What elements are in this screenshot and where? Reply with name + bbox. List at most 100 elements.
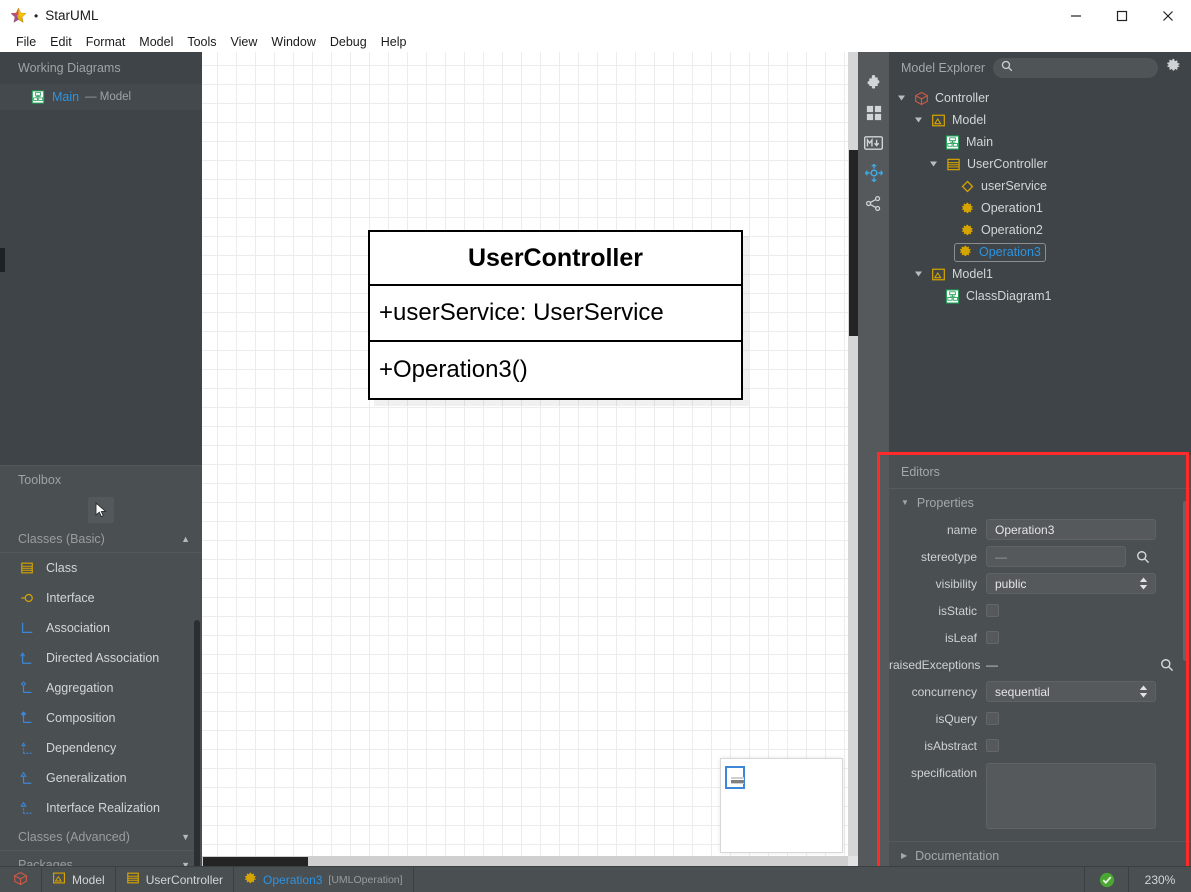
tool-interface-realization[interactable]: Interface Realization <box>0 793 202 823</box>
tree-item-usercontroller[interactable]: UserController <box>889 153 1191 175</box>
name-input[interactable]: Operation3 <box>986 519 1156 540</box>
raisedexceptions-value: — <box>986 657 998 672</box>
search-icon <box>1001 59 1013 77</box>
tool-label: Dependency <box>46 741 117 755</box>
spinner-icon[interactable] <box>1139 685 1148 698</box>
class-node-attribute[interactable]: +userService: UserService <box>370 286 741 342</box>
tool-label: Generalization <box>46 771 127 785</box>
minimap-viewport[interactable] <box>725 766 745 789</box>
isquery-checkbox[interactable] <box>986 712 999 725</box>
menu-edit[interactable]: Edit <box>43 34 79 50</box>
canvas-vertical-scrollbar[interactable] <box>848 52 858 856</box>
editors-scrollbar[interactable] <box>1183 501 1188 846</box>
toolbox-scrollbar-thumb[interactable] <box>194 620 200 866</box>
editors-section-properties[interactable]: ▼ Properties <box>889 489 1191 516</box>
chevron-down-icon[interactable] <box>914 270 924 278</box>
grid-panels-icon[interactable] <box>858 100 889 126</box>
menu-model[interactable]: Model <box>132 34 180 50</box>
search-icon[interactable] <box>1156 658 1178 672</box>
gear-icon[interactable] <box>1166 58 1181 78</box>
tree-item-classdiagram1[interactable]: ClassDiagram1 <box>889 285 1191 307</box>
class-node-usercontroller[interactable]: UserController +userService: UserService… <box>368 230 743 400</box>
markdown-icon[interactable] <box>858 130 889 156</box>
tree-item-model1[interactable]: Model1 <box>889 263 1191 285</box>
operation-icon <box>957 244 973 260</box>
tool-composition[interactable]: Composition <box>0 703 202 733</box>
operation-icon <box>244 872 257 888</box>
menu-tools[interactable]: Tools <box>180 34 223 50</box>
cursor-arrow-icon[interactable] <box>88 497 114 523</box>
isabstract-checkbox[interactable] <box>986 739 999 752</box>
search-input[interactable] <box>1019 62 1158 74</box>
tool-aggregation[interactable]: Aggregation <box>0 673 202 703</box>
zoom-level[interactable]: 230% <box>1129 867 1191 892</box>
model-explorer-search[interactable] <box>993 58 1158 78</box>
tree-item-main[interactable]: Main <box>889 131 1191 153</box>
toolbox-group-classes-advanced[interactable]: Classes (Advanced) ▼ <box>0 823 202 850</box>
diagram-canvas[interactable]: UserController +userService: UserService… <box>202 52 858 866</box>
left-edge-tab[interactable] <box>0 248 5 272</box>
tree-item-operation1[interactable]: Operation1 <box>889 197 1191 219</box>
maximize-button[interactable] <box>1099 0 1145 31</box>
move-target-icon[interactable] <box>858 160 889 186</box>
breadcrumb-model[interactable]: Model <box>42 866 116 892</box>
tree-item-operation3[interactable]: Operation3 <box>889 241 1191 263</box>
tool-label: Directed Association <box>46 651 160 665</box>
tool-dependency[interactable]: Dependency <box>0 733 202 763</box>
toolbox-panel: Toolbox Classes (Basic) ▲ Class Interfac… <box>0 466 202 866</box>
stereotype-input[interactable]: — <box>986 546 1126 567</box>
working-diagram-item-main[interactable]: Main — Model <box>0 84 202 110</box>
menu-file[interactable]: File <box>9 34 43 50</box>
toolbox-group-classes-basic[interactable]: Classes (Basic) ▲ <box>0 526 202 553</box>
chevron-down-icon[interactable] <box>929 160 939 168</box>
close-button[interactable] <box>1145 0 1191 31</box>
editors-section-documentation[interactable]: ▶ Documentation <box>889 842 1191 869</box>
concurrency-select[interactable]: sequential <box>986 681 1156 702</box>
toolbox-group-label: Classes (Basic) <box>18 532 105 546</box>
canvas-horizontal-scrollbar-thumb[interactable] <box>203 857 308 866</box>
menu-help[interactable]: Help <box>374 34 414 50</box>
tree-item-operation2[interactable]: Operation2 <box>889 219 1191 241</box>
spinner-icon[interactable] <box>1139 577 1148 590</box>
tree-item-model[interactable]: Model <box>889 109 1191 131</box>
directed-association-icon <box>18 649 36 667</box>
search-icon[interactable] <box>1132 550 1154 564</box>
menu-view[interactable]: View <box>224 34 265 50</box>
tool-class[interactable]: Class <box>0 553 202 583</box>
minimize-button[interactable] <box>1053 0 1099 31</box>
diagram-minimap[interactable] <box>720 758 843 853</box>
canvas-horizontal-scrollbar[interactable] <box>202 856 848 866</box>
toolbox-scrollbar[interactable] <box>194 466 200 866</box>
menu-debug[interactable]: Debug <box>323 34 374 50</box>
breadcrumb-project[interactable] <box>0 866 42 892</box>
toolbox-group-packages[interactable]: Packages ▼ <box>0 851 202 867</box>
tool-association[interactable]: Association <box>0 613 202 643</box>
specification-textarea[interactable] <box>986 763 1156 829</box>
isstatic-checkbox[interactable] <box>986 604 999 617</box>
tree-item-controller[interactable]: Controller <box>889 87 1191 109</box>
tool-label: Interface <box>46 591 95 605</box>
isleaf-checkbox[interactable] <box>986 631 999 644</box>
canvas-vertical-scrollbar-thumb[interactable] <box>849 150 858 336</box>
class-node-operation[interactable]: +Operation3() <box>370 342 741 398</box>
tree-item-label: Operation3 <box>979 244 1041 259</box>
visibility-select[interactable]: public <box>986 573 1156 594</box>
tool-directed-association[interactable]: Directed Association <box>0 643 202 673</box>
editors-scrollbar-thumb[interactable] <box>1183 501 1188 661</box>
tool-generalization[interactable]: Generalization <box>0 763 202 793</box>
right-icon-rail <box>858 52 889 866</box>
check-circle-icon[interactable] <box>1085 866 1129 892</box>
star-icon <box>10 7 27 24</box>
puzzle-piece-icon[interactable] <box>858 70 889 96</box>
menu-window[interactable]: Window <box>264 34 322 50</box>
tool-interface[interactable]: Interface <box>0 583 202 613</box>
breadcrumb-class[interactable]: UserController <box>116 866 235 892</box>
chevron-down-icon[interactable] <box>914 116 924 124</box>
tree-item-userservice[interactable]: userService <box>889 175 1191 197</box>
property-label: isStatic <box>938 603 977 618</box>
chevron-down-icon[interactable] <box>897 94 907 102</box>
property-row-raisedexceptions: raisedExceptions — <box>889 651 1191 678</box>
breadcrumb-operation[interactable]: Operation3 [UMLOperation] <box>234 866 414 892</box>
menu-format[interactable]: Format <box>79 34 133 50</box>
share-nodes-icon[interactable] <box>858 190 889 216</box>
